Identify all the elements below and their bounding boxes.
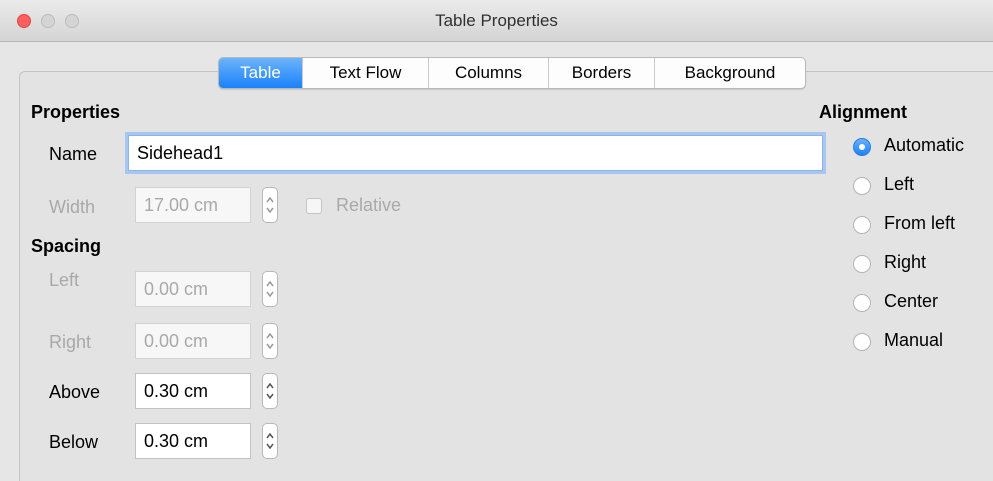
stepper-arrows-icon	[266, 382, 274, 400]
spacing-below-stepper[interactable]	[262, 423, 278, 459]
alignment-center-label: Center	[884, 291, 939, 311]
alignment-heading: Alignment	[819, 102, 907, 122]
alignment-right-label: Right	[884, 252, 927, 272]
alignment-manual-radio[interactable]	[853, 333, 871, 351]
alignment-left-radio[interactable]	[853, 177, 871, 195]
stepper-arrows-icon	[266, 196, 274, 214]
stepper-arrows-icon	[266, 332, 274, 350]
window-title: Table Properties	[435, 11, 558, 30]
tab-borders[interactable]: Borders	[549, 58, 655, 88]
spacing-right-label: Right	[49, 332, 92, 352]
width-input[interactable]	[135, 187, 251, 223]
tab-background[interactable]: Background	[655, 58, 805, 88]
tab-table[interactable]: Table	[219, 58, 303, 88]
stepper-arrows-icon	[266, 280, 274, 298]
name-input[interactable]	[128, 135, 823, 171]
tab-columns[interactable]: Columns	[429, 58, 549, 88]
tab-text-flow[interactable]: Text Flow	[303, 58, 429, 88]
stepper-arrows-icon	[266, 432, 274, 450]
spacing-right-input[interactable]	[135, 323, 251, 359]
width-stepper[interactable]	[262, 187, 278, 223]
spacing-below-input[interactable]	[135, 423, 251, 459]
alignment-left-label: Left	[884, 174, 915, 194]
alignment-automatic-radio[interactable]	[853, 138, 871, 156]
width-label: Width	[49, 197, 96, 217]
title-bar: Table Properties	[0, 0, 993, 42]
spacing-below-label: Below	[49, 432, 99, 452]
alignment-manual-label: Manual	[884, 330, 944, 350]
spacing-above-input[interactable]	[135, 373, 251, 409]
spacing-right-stepper[interactable]	[262, 323, 278, 359]
alignment-from-left-label: From left	[884, 213, 956, 233]
spacing-heading: Spacing	[31, 236, 102, 256]
spacing-above-label: Above	[49, 382, 101, 402]
properties-heading: Properties	[31, 102, 121, 122]
relative-checkbox[interactable]	[306, 198, 322, 214]
tab-bar: Table Text Flow Columns Borders Backgrou…	[218, 57, 806, 89]
alignment-automatic-label: Automatic	[884, 135, 965, 155]
alignment-right-radio[interactable]	[853, 255, 871, 273]
spacing-left-label: Left	[49, 270, 80, 290]
alignment-from-left-radio[interactable]	[853, 216, 871, 234]
spacing-above-stepper[interactable]	[262, 373, 278, 409]
spacing-left-input[interactable]	[135, 271, 251, 307]
alignment-center-radio[interactable]	[853, 294, 871, 312]
spacing-left-stepper[interactable]	[262, 271, 278, 307]
name-label: Name	[49, 144, 98, 164]
relative-label: Relative	[336, 195, 402, 215]
